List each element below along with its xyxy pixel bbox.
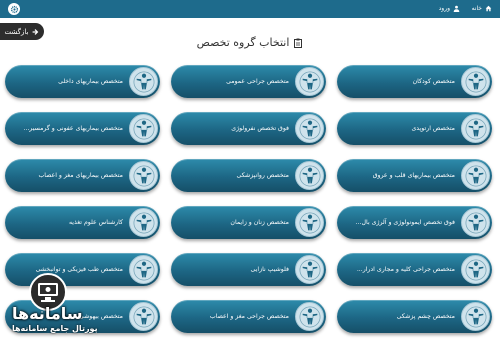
- clipboard-icon: [294, 38, 303, 48]
- specialty-label: متخصص بیماریهای مغز و اعصاب: [38, 172, 123, 179]
- home-link[interactable]: خانه: [472, 5, 492, 12]
- specialty-card[interactable]: متخصص کودکان: [337, 65, 492, 98]
- specialty-label: کارشناس علوم تغذیه: [68, 219, 123, 226]
- gear-logo-icon: [10, 5, 18, 13]
- arrow-right-icon: [33, 28, 39, 35]
- back-label: بازگشت: [4, 27, 29, 36]
- login-link[interactable]: ورود: [439, 5, 460, 12]
- specialty-label: متخصص جراحی کلیه و مجاری ادرار...: [356, 266, 455, 273]
- specialty-card[interactable]: متخصص چشم پزشکی: [337, 300, 492, 333]
- person-icon: [295, 67, 324, 96]
- specialty-label: فوق تخصص نفرولوژی: [231, 125, 289, 132]
- specialty-label: فلوشیپ نازایی: [250, 266, 290, 273]
- specialty-label: متخصص ارتوپدی: [411, 125, 455, 132]
- specialty-card[interactable]: فوق تخصص نفرولوژی: [171, 112, 326, 145]
- watermark: سامانه‌ها پورتال جامع سامانه‌ها: [10, 268, 130, 338]
- person-icon: [461, 208, 490, 237]
- specialty-card[interactable]: متخصص جراحی کلیه و مجاری ادرار...: [337, 253, 492, 286]
- specialty-label: متخصص بیماریهای عفونی و گرمسیر...: [23, 125, 123, 132]
- watermark-subtitle: پورتال جامع سامانه‌ها: [12, 324, 98, 333]
- person-icon: [461, 255, 490, 284]
- page-title-text: انتخاب گروه تخصص: [196, 36, 290, 49]
- specialty-label: متخصص بیماریهای داخلی: [58, 78, 123, 85]
- person-icon: [129, 161, 158, 190]
- specialty-label: متخصص کودکان: [412, 78, 455, 85]
- person-icon: [295, 255, 324, 284]
- user-icon: [453, 5, 460, 12]
- person-icon: [295, 161, 324, 190]
- home-label: خانه: [471, 5, 482, 12]
- specialty-label: متخصص جراحی عمومی: [226, 78, 289, 85]
- specialty-label: فوق تخصص ایمونولوژی و آلرژی بال...: [355, 219, 455, 226]
- specialty-card[interactable]: متخصص بیماریهای عفونی و گرمسیر...: [5, 112, 160, 145]
- page-title: انتخاب گروه تخصص: [0, 36, 500, 49]
- specialty-label: متخصص زنان و زایمان: [230, 219, 289, 226]
- specialty-card[interactable]: فلوشیپ نازایی: [171, 253, 326, 286]
- specialty-card[interactable]: کارشناس علوم تغذیه: [5, 206, 160, 239]
- person-icon: [295, 114, 324, 143]
- specialty-card[interactable]: متخصص بیماریهای قلب و عروق: [337, 159, 492, 192]
- specialty-label: متخصص روانپزشکی: [236, 172, 289, 179]
- specialty-card[interactable]: متخصص بیماریهای مغز و اعصاب: [5, 159, 160, 192]
- specialty-card[interactable]: متخصص جراحی مغز و اعصاب: [171, 300, 326, 333]
- top-nav-bar: خانه ورود: [0, 0, 500, 18]
- person-icon: [129, 67, 158, 96]
- specialty-label: متخصص چشم پزشکی: [396, 313, 455, 320]
- specialty-card[interactable]: فوق تخصص ایمونولوژی و آلرژی بال...: [337, 206, 492, 239]
- person-icon: [461, 114, 490, 143]
- person-icon: [461, 67, 490, 96]
- person-icon: [295, 302, 324, 331]
- person-icon: [129, 208, 158, 237]
- watermark-title: سامانه‌ها: [12, 304, 83, 323]
- person-icon: [129, 302, 158, 331]
- specialty-label: متخصص جراحی مغز و اعصاب: [209, 313, 289, 320]
- specialty-card[interactable]: متخصص ارتوپدی: [337, 112, 492, 145]
- specialty-label: متخصص بیماریهای قلب و عروق: [372, 172, 455, 179]
- person-icon: [295, 208, 324, 237]
- specialty-card[interactable]: متخصص زنان و زایمان: [171, 206, 326, 239]
- specialty-card[interactable]: متخصص بیماریهای داخلی: [5, 65, 160, 98]
- specialty-card[interactable]: متخصص جراحی عمومی: [171, 65, 326, 98]
- specialty-card[interactable]: متخصص روانپزشکی: [171, 159, 326, 192]
- home-icon: [485, 5, 492, 12]
- site-logo[interactable]: [8, 3, 20, 15]
- person-icon: [129, 255, 158, 284]
- login-label: ورود: [438, 5, 450, 12]
- person-icon: [461, 161, 490, 190]
- person-icon: [129, 114, 158, 143]
- person-icon: [461, 302, 490, 331]
